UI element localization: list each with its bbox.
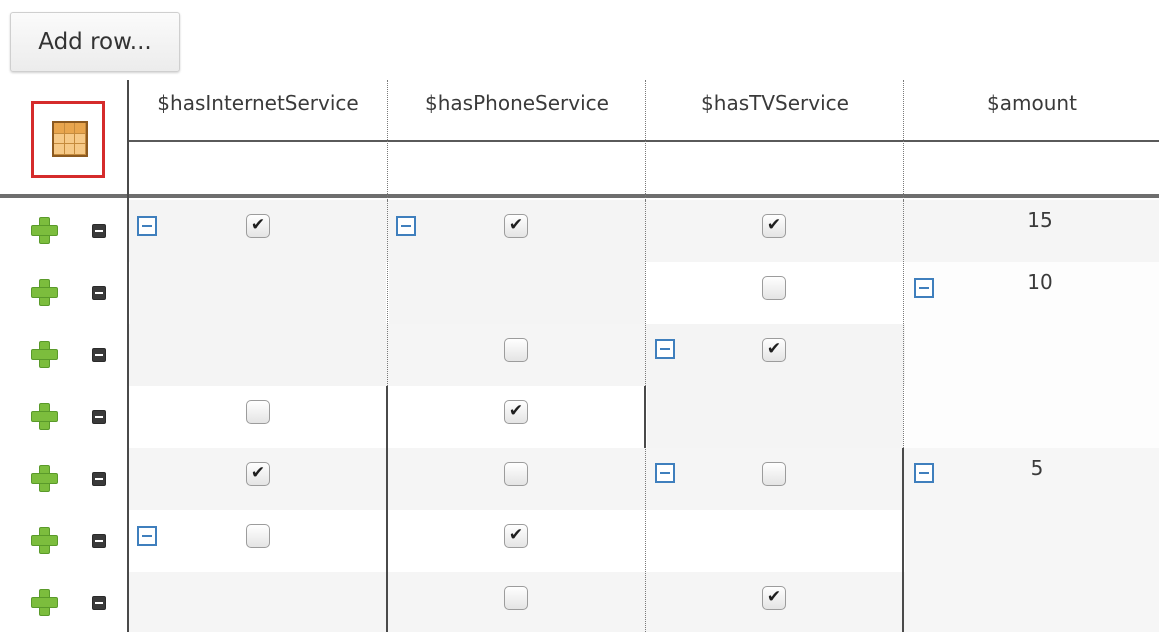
- column-divider: [387, 80, 388, 200]
- column-divider: [644, 386, 646, 448]
- column-header-tv[interactable]: $hasTVService: [647, 88, 903, 118]
- phone-checkbox[interactable]: ✔: [504, 400, 528, 424]
- amount-value[interactable]: 15: [1010, 208, 1070, 232]
- delete-row-icon[interactable]: [92, 286, 106, 300]
- column-divider: [903, 80, 904, 200]
- column-divider: [387, 200, 388, 386]
- delete-row-icon[interactable]: [92, 348, 106, 362]
- table-grid-icon: [52, 121, 88, 157]
- column-header-phone[interactable]: $hasPhoneService: [389, 88, 645, 118]
- tv-checkbox[interactable]: [762, 276, 786, 300]
- delete-row-icon[interactable]: [92, 410, 106, 424]
- column-divider: [386, 386, 388, 632]
- internet-checkbox[interactable]: ✔: [246, 214, 270, 238]
- add-row-icon[interactable]: [30, 402, 58, 430]
- column-divider: [645, 80, 646, 200]
- internet-checkbox[interactable]: ✔: [246, 462, 270, 486]
- collapse-icon[interactable]: [137, 526, 157, 546]
- collapse-icon[interactable]: [655, 339, 675, 359]
- tv-checkbox[interactable]: ✔: [762, 338, 786, 362]
- amount-value[interactable]: 5: [1007, 456, 1067, 480]
- add-row-button[interactable]: Add row...: [10, 12, 180, 72]
- tv-checkbox[interactable]: [762, 462, 786, 486]
- row-controls-divider: [127, 80, 129, 632]
- delete-row-icon[interactable]: [92, 224, 106, 238]
- column-divider: [902, 448, 904, 632]
- column-header-internet[interactable]: $hasInternetService: [130, 88, 386, 118]
- header-bottom-border: [0, 194, 1159, 198]
- phone-checkbox[interactable]: [504, 586, 528, 610]
- add-row-icon[interactable]: [30, 588, 58, 616]
- phone-checkbox[interactable]: ✔: [504, 214, 528, 238]
- add-row-icon[interactable]: [30, 278, 58, 306]
- add-row-icon[interactable]: [30, 464, 58, 492]
- internet-checkbox[interactable]: [246, 400, 270, 424]
- tv-checkbox[interactable]: ✔: [762, 586, 786, 610]
- add-row-icon[interactable]: [30, 526, 58, 554]
- collapse-icon[interactable]: [655, 463, 675, 483]
- tv-checkbox[interactable]: ✔: [762, 214, 786, 238]
- phone-checkbox[interactable]: ✔: [504, 524, 528, 548]
- phone-checkbox[interactable]: [504, 462, 528, 486]
- collapse-icon[interactable]: [914, 278, 934, 298]
- delete-row-icon[interactable]: [92, 596, 106, 610]
- column-header-amount[interactable]: $amount: [905, 88, 1159, 118]
- collapse-icon[interactable]: [914, 463, 934, 483]
- collapse-icon[interactable]: [137, 216, 157, 236]
- collapse-icon[interactable]: [396, 216, 416, 236]
- delete-row-icon[interactable]: [92, 534, 106, 548]
- add-row-icon[interactable]: [30, 216, 58, 244]
- decision-table-icon[interactable]: [31, 101, 105, 178]
- add-row-icon[interactable]: [30, 340, 58, 368]
- delete-row-icon[interactable]: [92, 472, 106, 486]
- header-divider: [128, 140, 1159, 142]
- amount-value[interactable]: 10: [1010, 270, 1070, 294]
- internet-checkbox[interactable]: [246, 524, 270, 548]
- phone-checkbox[interactable]: [504, 338, 528, 362]
